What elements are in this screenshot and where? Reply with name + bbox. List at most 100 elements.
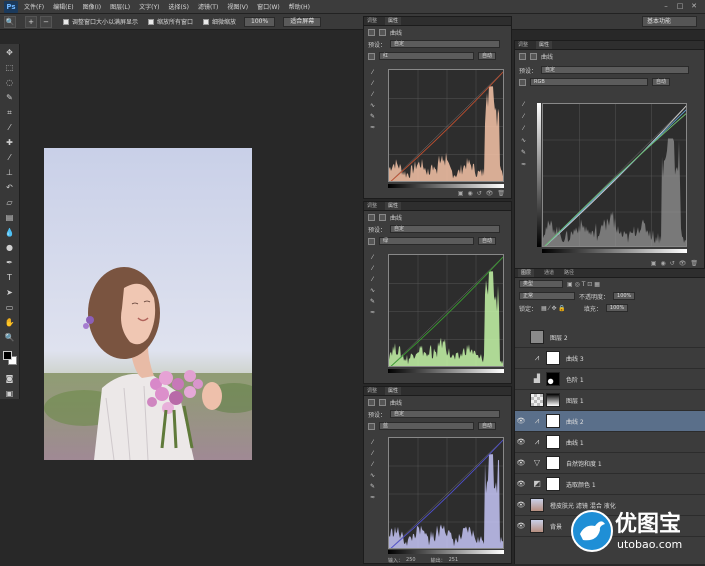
pencil-icon[interactable]: ✎ bbox=[519, 149, 528, 157]
tab-paths[interactable]: 路径 bbox=[564, 269, 574, 277]
visibility-eye-icon[interactable]: 👁 bbox=[515, 459, 527, 467]
layer-mask-thumbnail[interactable] bbox=[546, 435, 560, 449]
auto-button[interactable]: 自动 bbox=[478, 52, 497, 60]
opacity-input[interactable]: 100% bbox=[613, 292, 636, 300]
layer-mask-thumbnail[interactable] bbox=[546, 351, 560, 365]
hand-tool-icon[interactable]: ✋ bbox=[3, 316, 17, 329]
gradient-tool-icon[interactable]: ▤ bbox=[3, 211, 17, 224]
pencil-icon[interactable]: ✎ bbox=[368, 298, 377, 306]
tab-adjustments[interactable]: 调整 bbox=[367, 202, 377, 210]
zoom-in-icon[interactable]: + bbox=[25, 15, 37, 28]
workspace-select[interactable]: 基本功能 bbox=[642, 16, 697, 27]
menu-image[interactable]: 图像(I) bbox=[83, 2, 101, 11]
filter-icons[interactable]: ▣ ◎ T ⊡ ▦ bbox=[567, 281, 600, 288]
curves-graph[interactable] bbox=[388, 69, 504, 182]
menu-file[interactable]: 文件(F) bbox=[24, 2, 44, 11]
curves-graph[interactable] bbox=[388, 437, 504, 549]
visibility-icon[interactable]: 👁 bbox=[486, 190, 494, 198]
mask-icon[interactable] bbox=[379, 28, 386, 36]
document-canvas[interactable] bbox=[44, 148, 252, 460]
fill-input[interactable]: 100% bbox=[605, 304, 628, 312]
tab-channels[interactable]: 通道 bbox=[544, 269, 554, 277]
blend-mode-select[interactable]: 正常 bbox=[519, 292, 575, 300]
gray-point-eyedropper-icon[interactable]: ⁄ bbox=[368, 80, 377, 88]
color-swatches[interactable] bbox=[0, 348, 19, 370]
white-point-eyedropper-icon[interactable]: ⁄ bbox=[368, 461, 377, 469]
layer-row[interactable]: 👁 ▽ 自然饱和度 1 bbox=[515, 453, 705, 474]
minimize-icon[interactable]: – bbox=[661, 2, 671, 11]
close-icon[interactable]: ✕ bbox=[689, 2, 699, 11]
zoom-tool-box-icon[interactable]: 🔍 bbox=[3, 331, 17, 344]
reset-icon[interactable]: ↺ bbox=[670, 260, 675, 268]
reset-icon[interactable]: ↺ bbox=[477, 190, 482, 198]
menu-filter[interactable]: 滤镜(T) bbox=[198, 2, 218, 11]
quick-select-tool-icon[interactable]: ✎ bbox=[3, 91, 17, 104]
curves-graph[interactable] bbox=[542, 103, 687, 247]
tab-properties[interactable]: 属性 bbox=[385, 17, 402, 25]
visibility-eye-icon[interactable]: 👁 bbox=[515, 522, 527, 530]
tab-adjustments[interactable]: 调整 bbox=[367, 387, 377, 395]
mask-icon[interactable] bbox=[379, 398, 386, 406]
tab-adjustments[interactable]: 调整 bbox=[518, 41, 528, 49]
blur-tool-icon[interactable]: 💧 bbox=[3, 226, 17, 239]
menu-type[interactable]: 文字(Y) bbox=[139, 2, 159, 11]
curve-point-icon[interactable]: ∿ bbox=[368, 472, 377, 480]
preset-select[interactable]: 自定 bbox=[390, 40, 501, 48]
target-adjust-icon[interactable] bbox=[368, 237, 375, 245]
layer-row[interactable]: 👁 ◩ 选取颜色 1 bbox=[515, 474, 705, 495]
clone-stamp-tool-icon[interactable]: ⊥ bbox=[3, 166, 17, 179]
menu-view[interactable]: 视图(V) bbox=[227, 2, 248, 11]
visibility-eye-icon[interactable]: 👁 bbox=[515, 501, 527, 509]
eraser-tool-icon[interactable]: ▱ bbox=[3, 196, 17, 209]
layer-mask-thumbnail[interactable] bbox=[546, 393, 560, 407]
type-tool-icon[interactable]: T bbox=[3, 271, 17, 284]
auto-button[interactable]: 自动 bbox=[478, 237, 497, 245]
quick-mask-icon[interactable]: ◙ bbox=[3, 372, 17, 385]
eyedropper-tool-icon[interactable]: ⁄ bbox=[3, 121, 17, 134]
tab-layers[interactable]: 图层 bbox=[518, 269, 535, 277]
curve-point-icon[interactable]: ∿ bbox=[368, 287, 377, 295]
healing-tool-icon[interactable]: ✚ bbox=[3, 136, 17, 149]
curve-point-icon[interactable]: ∿ bbox=[368, 102, 377, 110]
shape-tool-icon[interactable]: ▭ bbox=[3, 301, 17, 314]
trash-icon[interactable]: 🗑 bbox=[690, 260, 698, 268]
smooth-icon[interactable]: ≈ bbox=[368, 494, 377, 502]
layer-row[interactable]: 图层 2 bbox=[515, 327, 705, 348]
tab-adjustments[interactable]: 调整 bbox=[367, 17, 377, 25]
visibility-icon[interactable]: 👁 bbox=[679, 260, 687, 268]
menu-select[interactable]: 选择(S) bbox=[168, 2, 189, 11]
marquee-tool-icon[interactable]: ⬚ bbox=[3, 61, 17, 74]
visibility-eye-icon[interactable]: 👁 bbox=[515, 438, 527, 446]
layer-kind-filter[interactable]: 类型 bbox=[519, 280, 563, 288]
input-value[interactable]: 250 bbox=[406, 557, 416, 564]
lasso-tool-icon[interactable]: ◌ bbox=[3, 76, 17, 89]
trash-icon[interactable]: 🗑 bbox=[497, 190, 505, 198]
visibility-eye-icon[interactable]: 👁 bbox=[515, 480, 527, 488]
white-point-eyedropper-icon[interactable]: ⁄ bbox=[519, 125, 528, 133]
screen-mode-icon[interactable]: ▣ bbox=[3, 387, 17, 400]
clip-icon[interactable]: ▣ bbox=[651, 260, 657, 268]
menu-layer[interactable]: 图层(L) bbox=[110, 2, 130, 11]
preset-select[interactable]: 自定 bbox=[390, 225, 501, 233]
zoom-100-button[interactable]: 100% bbox=[244, 16, 276, 27]
mask-icon[interactable] bbox=[530, 52, 537, 60]
zoom-out-icon[interactable]: − bbox=[40, 15, 52, 28]
view-previous-icon[interactable]: ◉ bbox=[467, 190, 472, 198]
white-point-eyedropper-icon[interactable]: ⁄ bbox=[368, 276, 377, 284]
fit-screen-button[interactable]: 适合屏幕 bbox=[283, 16, 322, 27]
view-previous-icon[interactable]: ◉ bbox=[660, 260, 665, 268]
zoom-all-checkbox[interactable] bbox=[148, 18, 155, 25]
tab-properties[interactable]: 属性 bbox=[385, 387, 402, 395]
layer-row[interactable]: ▟ 色阶 1 bbox=[515, 369, 705, 390]
layer-row[interactable]: 👁 ⩘ 曲线 2 bbox=[515, 411, 705, 432]
black-point-eyedropper-icon[interactable]: ⁄ bbox=[368, 254, 377, 262]
menu-help[interactable]: 帮助(H) bbox=[289, 2, 310, 11]
preset-select[interactable]: 自定 bbox=[541, 66, 690, 74]
output-value[interactable]: 251 bbox=[449, 557, 459, 564]
target-adjust-icon[interactable] bbox=[368, 422, 375, 430]
layer-row[interactable]: 图层 1 bbox=[515, 390, 705, 411]
target-adjust-icon[interactable] bbox=[368, 52, 375, 60]
zoom-tool-icon[interactable]: 🔍 bbox=[4, 15, 16, 28]
layer-row[interactable]: 👁 ⩘ 曲线 1 bbox=[515, 432, 705, 453]
pen-tool-icon[interactable]: ✒ bbox=[3, 256, 17, 269]
